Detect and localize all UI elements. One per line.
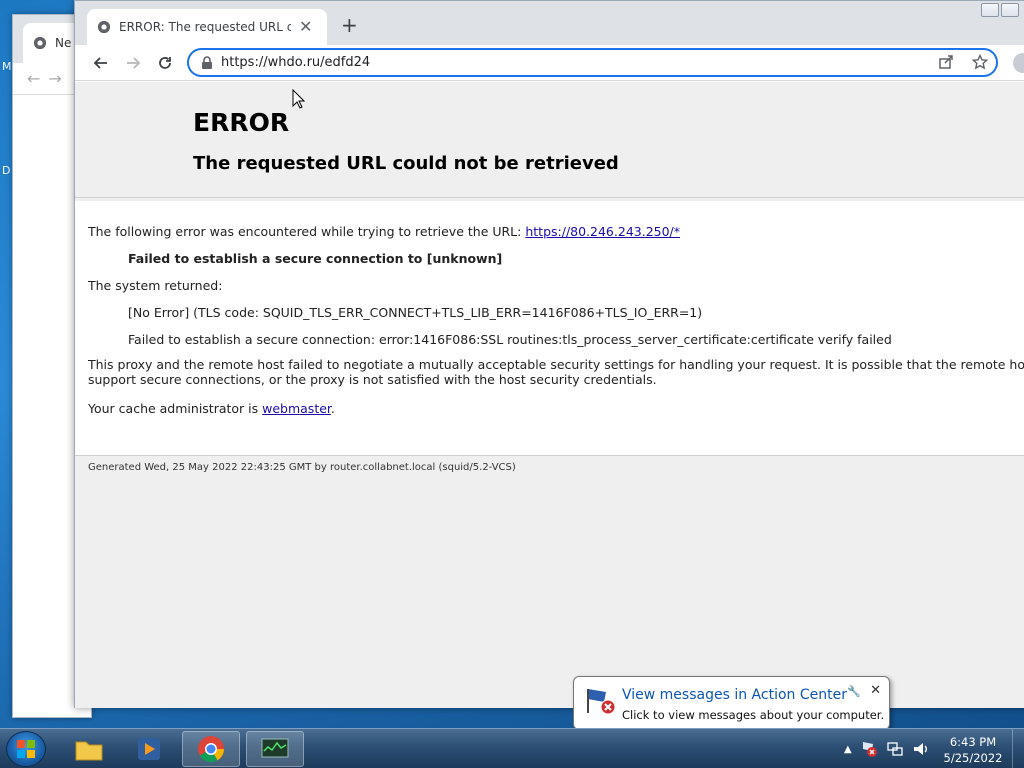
start-button[interactable]: [6, 731, 46, 767]
desktop-label-fragment: D: [2, 164, 11, 177]
notification-title: View messages in Action Center: [622, 687, 847, 703]
admin-prefix: Your cache administrator is: [88, 401, 263, 416]
clock[interactable]: 6:43 PM 5/25/2022: [940, 734, 1006, 766]
new-tab-icon[interactable]: +: [341, 15, 358, 35]
chrome-icon: [198, 736, 225, 763]
profile-avatar[interactable]: [1013, 53, 1024, 73]
error-title: ERROR: [193, 108, 290, 137]
chrome-favicon-icon: [33, 36, 47, 50]
volume-icon[interactable]: [912, 740, 930, 758]
webmaster-link[interactable]: webmaster: [262, 401, 331, 416]
forward-button[interactable]: [121, 51, 145, 75]
reload-button[interactable]: [153, 51, 177, 75]
minimize-button[interactable]: [981, 3, 999, 17]
explanation-line: support secure connections, or the proxy…: [88, 372, 657, 387]
ssl-error-detail: Failed to establish a secure connection:…: [128, 332, 892, 347]
bookmark-star-icon[interactable]: [972, 54, 988, 70]
taskbar-task-manager[interactable]: [246, 731, 304, 767]
taskbar-media-player[interactable]: [120, 731, 178, 767]
taskbar: ▲ 6:43 PM 5/25/2022: [0, 728, 1024, 768]
error-body: The following error was encountered whil…: [75, 201, 1024, 456]
browser-window: ERROR: The requested URL could not be re…: [74, 0, 1024, 708]
mouse-cursor-icon: [292, 89, 306, 109]
browser-toolbar: https://whdo.ru/edfd24: [75, 45, 1024, 81]
action-center-flag-icon: [587, 689, 616, 715]
system-returned-label: The system returned:: [88, 278, 223, 293]
error-intro: The following error was encountered whil…: [88, 224, 680, 239]
wrench-icon[interactable]: 🔧: [847, 685, 861, 698]
url-text[interactable]: https://whdo.ru/edfd24: [221, 55, 370, 70]
clock-date: 5/25/2022: [943, 751, 1003, 765]
requested-url-link[interactable]: https://80.246.243.250/*: [525, 224, 680, 239]
tls-error-code: [No Error] (TLS code: SQUID_TLS_ERR_CONN…: [128, 305, 703, 320]
show-hidden-icons-icon[interactable]: ▲: [844, 744, 852, 755]
error-subtitle: The requested URL could not be retrieved: [193, 153, 619, 174]
tab-title: ERROR: The requested URL could not be re…: [119, 20, 291, 34]
lock-icon[interactable]: [201, 56, 213, 70]
back-button[interactable]: [89, 51, 113, 75]
windows-logo-icon: [17, 740, 35, 758]
desktop-label-fragment: M: [2, 60, 12, 73]
maximize-button[interactable]: [1001, 3, 1019, 17]
admin-line: Your cache administrator is webmaster.: [88, 401, 335, 416]
reload-icon: [159, 57, 171, 69]
arrow-right-icon: [127, 57, 141, 69]
address-bar[interactable]: https://whdo.ru/edfd24: [187, 48, 998, 77]
close-notification-icon[interactable]: ✕: [870, 683, 881, 698]
background-tab-title: Ne: [55, 36, 72, 50]
network-icon[interactable]: [886, 740, 904, 758]
taskbar-chrome[interactable]: [182, 731, 240, 767]
task-manager-icon: [261, 738, 289, 758]
explanation-line: This proxy and the remote host failed to…: [88, 357, 1024, 372]
media-player-icon: [138, 738, 160, 760]
tab-active[interactable]: ERROR: The requested URL could not be re…: [87, 9, 327, 45]
action-center-notification[interactable]: View messages in Action Center Click to …: [573, 676, 890, 741]
share-icon[interactable]: [938, 54, 954, 70]
failed-connection-text: Failed to establish a secure connection …: [128, 251, 503, 266]
show-desktop-button[interactable]: [1012, 729, 1024, 768]
arrow-left-icon: [93, 57, 107, 69]
intro-text: The following error was encountered whil…: [88, 224, 526, 239]
clock-time: 6:43 PM: [949, 735, 997, 749]
system-tray: ▲: [844, 729, 930, 768]
generated-footer: Generated Wed, 25 May 2022 22:43:25 GMT …: [88, 462, 516, 473]
admin-suffix: .: [330, 401, 335, 416]
explanation-paragraph: This proxy and the remote host failed to…: [88, 357, 1024, 387]
forward-icon[interactable]: →: [48, 69, 61, 88]
tab-strip: ERROR: The requested URL could not be re…: [75, 1, 1024, 45]
back-icon[interactable]: ←: [27, 69, 40, 88]
folder-icon: [75, 741, 103, 761]
notification-text: Click to view messages about your comput…: [622, 708, 885, 722]
close-tab-icon[interactable]: ✕: [299, 19, 312, 35]
error-header: ERROR The requested URL could not be ret…: [75, 82, 1024, 198]
taskbar-explorer[interactable]: [60, 731, 118, 767]
globe-icon: [97, 20, 111, 34]
error-page: ERROR The requested URL could not be ret…: [75, 82, 1024, 708]
action-center-alert-icon[interactable]: [860, 740, 878, 758]
